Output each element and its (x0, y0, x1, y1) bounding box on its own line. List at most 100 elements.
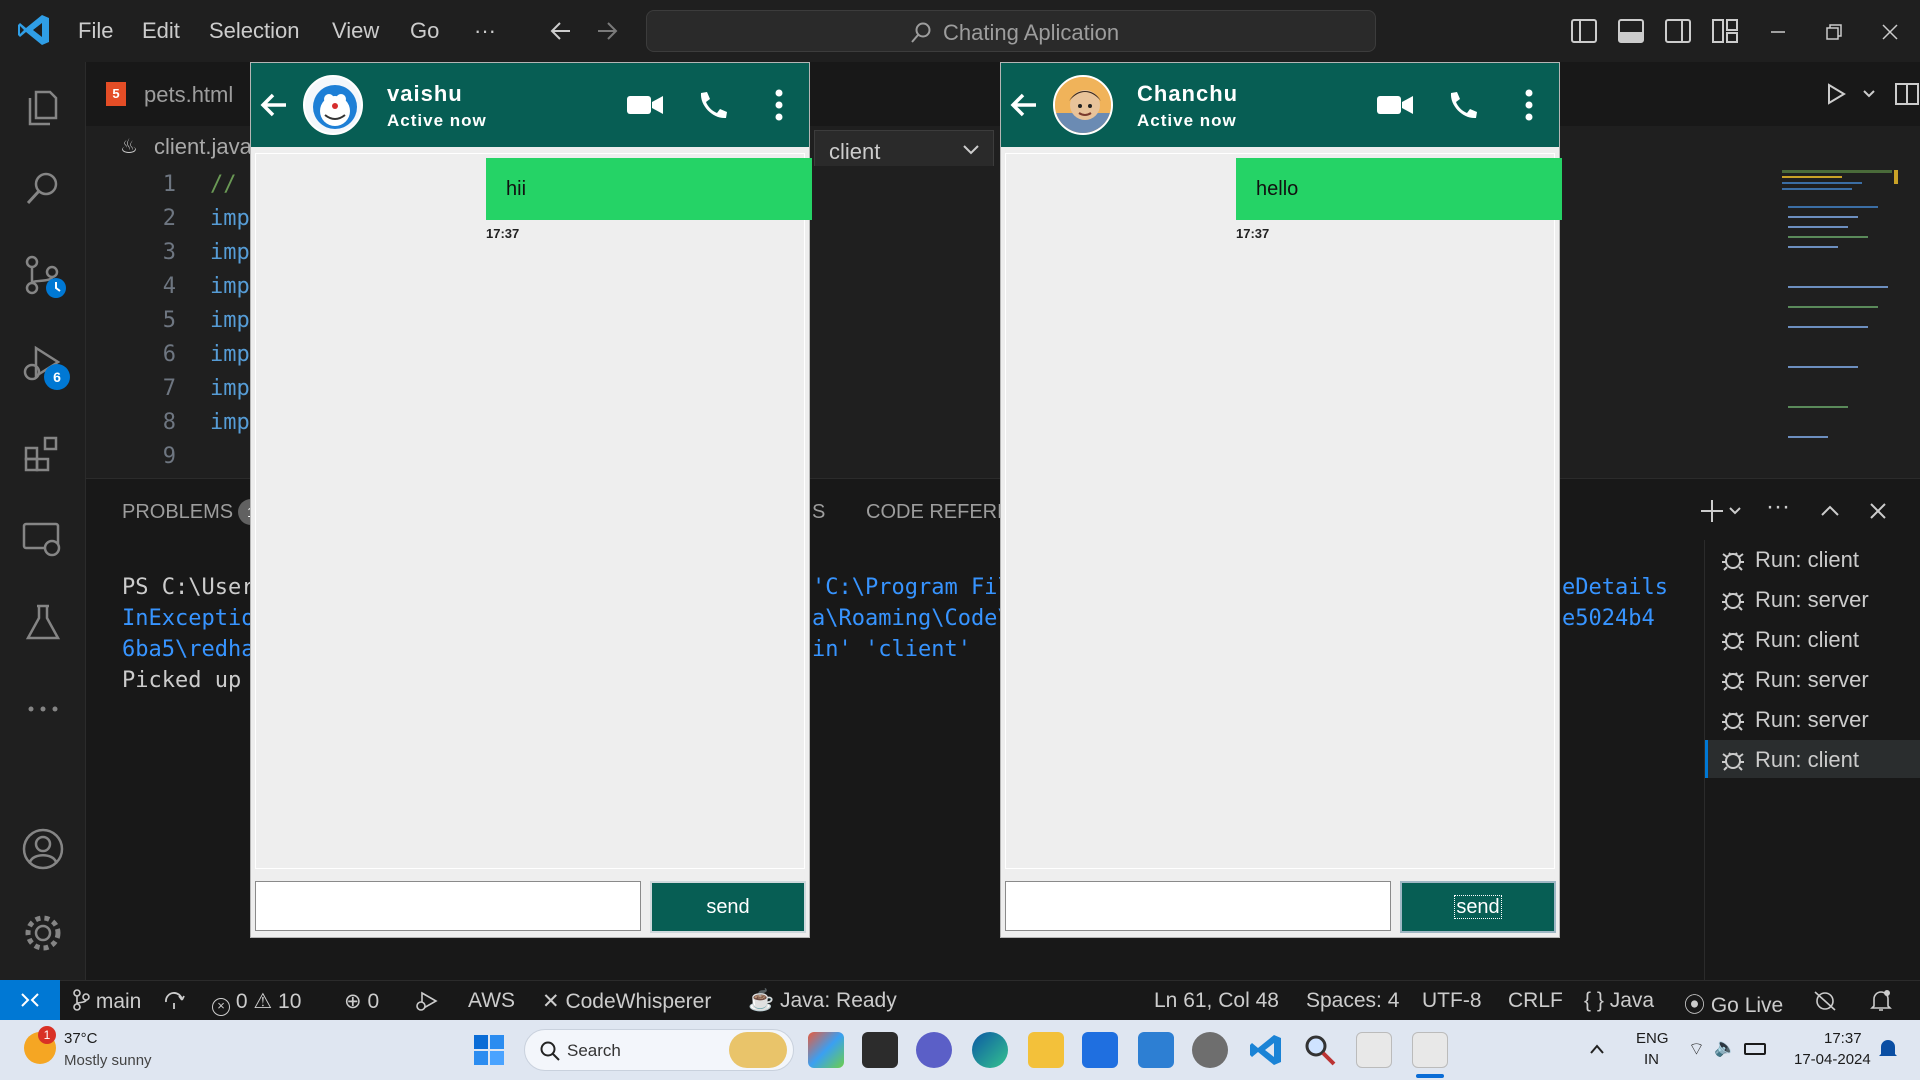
copilot-disabled-icon[interactable] (1812, 990, 1838, 1012)
weather-temperature[interactable]: 37°C (64, 1030, 98, 1047)
weather-description[interactable]: Mostly sunny (64, 1052, 152, 1069)
message-input[interactable] (1005, 881, 1391, 931)
language-mode[interactable]: { } Java (1584, 989, 1654, 1013)
command-center-label: Chating Aplication (943, 20, 1120, 45)
tab-problems[interactable]: PROBLEMS (122, 501, 233, 524)
wifi-icon[interactable]: ⌔ (1688, 1038, 1705, 1061)
phone-call-icon[interactable] (695, 89, 731, 121)
menu-selection[interactable]: Selection (209, 18, 300, 44)
run-debug-status-icon[interactable] (414, 990, 440, 1012)
debug-bug-icon (1722, 592, 1744, 611)
codewhisperer-status[interactable]: ✕ CodeWhisperer (542, 989, 711, 1014)
cursor-position[interactable]: Ln 61, Col 48 (1154, 989, 1279, 1013)
search-sidebar-icon[interactable] (18, 164, 68, 214)
close-panel-icon[interactable] (1866, 499, 1890, 523)
command-center-search[interactable]: Chating Aplication (646, 10, 1376, 52)
chevron-down-icon[interactable] (1728, 505, 1742, 517)
menu-edit[interactable]: Edit (142, 18, 180, 44)
close-window-icon[interactable] (1880, 22, 1900, 42)
more-options-icon[interactable] (773, 87, 785, 123)
indentation[interactable]: Spaces: 4 (1306, 989, 1399, 1013)
video-call-icon[interactable] (1375, 91, 1415, 119)
notification-center-icon[interactable] (1878, 1038, 1898, 1060)
minimap[interactable] (1780, 166, 1900, 466)
title-bar: File Edit Selection View Go ··· Chating … (0, 0, 1920, 62)
search-icon (540, 1041, 560, 1061)
new-terminal-icon[interactable] (1698, 497, 1726, 525)
chat-header: Chanchu Active now (1001, 63, 1559, 147)
remote-explorer-icon[interactable] (18, 514, 68, 564)
code-line: imp (210, 376, 250, 401)
remote-indicator[interactable] (0, 980, 60, 1020)
back-arrow-icon[interactable] (1009, 91, 1039, 119)
minimize-icon[interactable] (1768, 22, 1788, 42)
menu-more[interactable]: ··· (474, 18, 496, 44)
video-call-icon[interactable] (625, 91, 665, 119)
volume-icon[interactable]: 🔈 (1714, 1037, 1736, 1058)
code-line: // (210, 172, 237, 197)
more-views-icon[interactable] (18, 684, 68, 734)
send-button[interactable]: send (650, 881, 806, 933)
line-number: 1 (162, 172, 176, 197)
input-region[interactable]: IN (1644, 1051, 1659, 1068)
accounts-icon[interactable] (18, 824, 68, 874)
menu-go[interactable]: Go (410, 18, 439, 44)
menu-view[interactable]: View (332, 18, 379, 44)
send-button-label: send (1454, 895, 1502, 919)
aws-status[interactable]: AWS (468, 989, 515, 1013)
battery-icon[interactable] (1744, 1043, 1766, 1055)
more-options-icon[interactable] (1523, 87, 1535, 123)
send-button[interactable]: send (1400, 881, 1556, 933)
chevron-up-icon[interactable] (1588, 1042, 1606, 1056)
settings-gear-icon[interactable] (18, 908, 68, 958)
windows-start-icon[interactable] (473, 1034, 505, 1066)
branch-name: main (95, 990, 142, 1013)
clock-date[interactable]: 17-04-2024 (1794, 1051, 1871, 1068)
java-status[interactable]: ☕ Java: Ready (748, 989, 897, 1013)
source-control-icon[interactable] (18, 250, 68, 300)
encoding[interactable]: UTF-8 (1422, 989, 1482, 1013)
run-file-icon[interactable] (1824, 82, 1848, 106)
breadcrumb-file[interactable]: client.java (154, 134, 252, 160)
tab-partial[interactable]: S (812, 501, 825, 524)
toggle-secondary-sidebar-icon[interactable] (1664, 18, 1692, 44)
back-arrow-icon[interactable] (259, 91, 289, 119)
toggle-primary-sidebar-icon[interactable] (1570, 18, 1598, 44)
terminal-item[interactable]: Run: server (1705, 580, 1920, 618)
terminal-item[interactable]: Run: client (1705, 620, 1920, 658)
maximize-panel-icon[interactable] (1818, 499, 1842, 523)
restore-icon[interactable] (1824, 22, 1844, 42)
warning-count: 10 (278, 990, 302, 1013)
terminal-item[interactable]: Run: server (1705, 660, 1920, 698)
chevron-down-icon[interactable] (1862, 88, 1876, 100)
terminal-item[interactable]: Run: server (1705, 700, 1920, 738)
menu-file[interactable]: File (78, 18, 113, 44)
sync-icon[interactable] (162, 990, 186, 1012)
clock-time[interactable]: 17:37 (1824, 1030, 1862, 1047)
split-editor-icon[interactable] (1894, 82, 1920, 106)
problems-status[interactable]: × 0 ⚠ 10 (212, 989, 301, 1016)
terminal-line: Picked up (122, 668, 242, 693)
line-number: 2 (162, 206, 176, 231)
input-language[interactable]: ENG (1636, 1030, 1669, 1047)
debug-bug-icon (1722, 672, 1744, 691)
customize-layout-icon[interactable] (1711, 18, 1739, 44)
forward-arrow-icon[interactable] (594, 18, 620, 44)
ports-status[interactable]: ⊕ 0 (344, 989, 379, 1014)
toggle-panel-icon[interactable] (1617, 18, 1645, 44)
git-branch[interactable]: main (72, 989, 141, 1014)
back-arrow-icon[interactable] (548, 18, 574, 44)
go-live[interactable]: ⦿ Go Live (1684, 989, 1783, 1019)
taskbar-search[interactable]: Search (524, 1029, 794, 1071)
message-input[interactable] (255, 881, 641, 931)
explorer-icon[interactable] (18, 82, 68, 132)
notifications-bell-icon[interactable] (1870, 989, 1892, 1013)
phone-call-icon[interactable] (1445, 89, 1481, 121)
extensions-icon[interactable] (18, 428, 68, 478)
line-ending[interactable]: CRLF (1508, 989, 1563, 1013)
terminal-item[interactable]: Run: client (1705, 540, 1920, 578)
panel-more-icon[interactable]: ··· (1766, 493, 1790, 521)
testing-icon[interactable] (18, 598, 68, 648)
run-config-dropdown[interactable]: client (814, 130, 994, 170)
terminal-item-active[interactable]: Run: client (1705, 740, 1920, 778)
